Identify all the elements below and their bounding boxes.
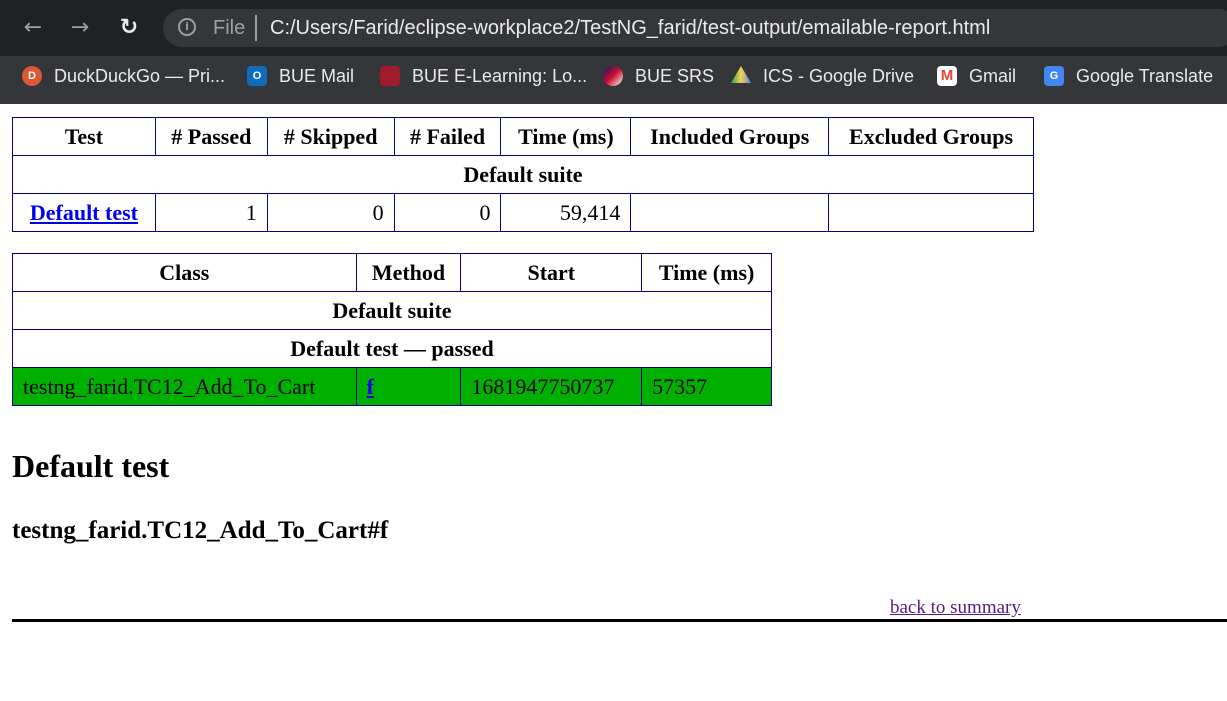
start-time-cell: 1681947750737 (460, 367, 643, 406)
suite-row: Default suite (12, 291, 772, 330)
bookmark-label: BUE Mail (279, 65, 355, 86)
included-groups (630, 193, 830, 232)
column-header: Time (ms) (500, 117, 632, 156)
browser-chrome: ← → ↻ i File C:/Users/Farid/eclipse-work… (0, 0, 1227, 104)
bookmark-label: DuckDuckGo — Pri... (54, 65, 226, 86)
google-translate-icon: G (1044, 66, 1064, 86)
methods-header-row: Class Method Start Time (ms) (12, 253, 772, 292)
summary-header-row: Test # Passed # Skipped # Failed Time (m… (12, 117, 1034, 156)
forward-arrow-icon[interactable]: → (66, 14, 94, 42)
address-bar-divider (255, 15, 257, 41)
test-status: Default test — passed (12, 329, 772, 368)
bookmark-label: BUE SRS (635, 65, 715, 86)
passed-method-row: testng_farid.TC12_Add_To_Cart f 16819477… (12, 367, 772, 406)
column-header: # Failed (393, 117, 502, 156)
column-header: Time (ms) (641, 253, 772, 292)
test-name-cell: Default test (12, 193, 156, 232)
methods-table: Class Method Start Time (ms) Default sui… (12, 253, 772, 406)
bookmark-bue-mail[interactable]: O BUE Mail (247, 62, 354, 90)
duckduckgo-icon: D (22, 66, 42, 86)
test-section-title: Default test (12, 448, 170, 484)
bookmark-label: ICS - Google Drive (763, 65, 915, 86)
bookmark-google-translate[interactable]: G Google Translate (1044, 62, 1213, 90)
summary-table: Test # Passed # Skipped # Failed Time (m… (12, 117, 1034, 232)
back-to-summary-link[interactable]: back to summary (890, 597, 1021, 619)
column-header: Test (12, 117, 156, 156)
bookmark-label: BUE E-Learning: Lo... (412, 65, 588, 86)
uk-egypt-flag-icon (603, 66, 623, 86)
column-header: Included Groups (630, 117, 830, 156)
bookmark-label: Gmail (969, 65, 1017, 86)
bue-crest-icon (380, 66, 400, 86)
column-header: Start (460, 253, 643, 292)
method-section-title: testng_farid.TC12_Add_To_Cart#f (12, 517, 389, 544)
column-header: # Skipped (266, 117, 395, 156)
column-header: # Passed (154, 117, 268, 156)
bookmark-google-drive[interactable]: ICS - Google Drive (731, 62, 914, 90)
site-info-icon[interactable]: i (178, 18, 196, 36)
method-link[interactable]: f (367, 374, 374, 399)
gmail-icon: M (937, 66, 957, 86)
skipped-count: 0 (266, 193, 395, 232)
column-header: Excluded Groups (828, 117, 1034, 156)
bookmark-bue-srs[interactable]: BUE SRS (603, 62, 714, 90)
test-status-row: Default test — passed (12, 329, 772, 368)
file-scheme-label: File (213, 17, 246, 39)
bookmark-duckduckgo[interactable]: D DuckDuckGo — Pri... (22, 62, 225, 90)
passed-count: 1 (154, 193, 268, 232)
bookmark-bue-elearning[interactable]: BUE E-Learning: Lo... (380, 62, 587, 90)
outlook-icon: O (247, 66, 267, 86)
time-ms: 59,414 (500, 193, 632, 232)
bookmark-label: Google Translate (1076, 65, 1214, 86)
back-arrow-icon[interactable]: ← (19, 14, 47, 42)
google-drive-icon (731, 66, 751, 83)
url-text[interactable]: C:/Users/Farid/eclipse-workplace2/TestNG… (270, 15, 990, 41)
suite-name: Default suite (12, 291, 772, 330)
suite-name: Default suite (12, 155, 1034, 194)
default-test-link[interactable]: Default test (30, 200, 138, 225)
suite-row: Default suite (12, 155, 1034, 194)
failed-count: 0 (393, 193, 502, 232)
horizontal-rule (12, 619, 1227, 622)
bookmark-gmail[interactable]: M Gmail (937, 62, 1016, 90)
column-header: Class (12, 253, 357, 292)
column-header: Method (355, 253, 462, 292)
reload-icon[interactable]: ↻ (115, 14, 143, 42)
method-cell: f (355, 367, 462, 406)
test-summary-row: Default test 1 0 0 59,414 (12, 193, 1034, 232)
class-name-cell: testng_farid.TC12_Add_To_Cart (12, 367, 357, 406)
duration-cell: 57357 (641, 367, 772, 406)
excluded-groups (828, 193, 1034, 232)
